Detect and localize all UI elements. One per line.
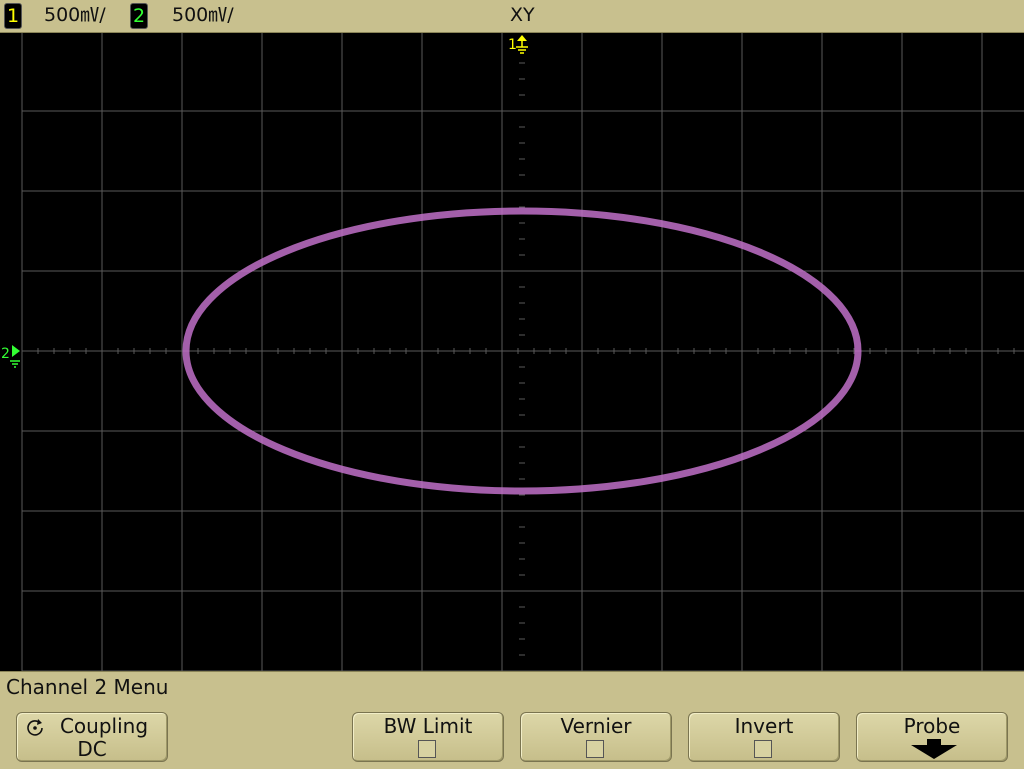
status-bar: 1 500㎷/ 2 500㎷/ XY (0, 0, 1024, 33)
coupling-value: DC (77, 737, 107, 761)
coupling-label: Coupling (59, 714, 149, 738)
probe-label: Probe (903, 714, 961, 738)
bw-limit-checkbox[interactable] (418, 740, 436, 758)
waveform-display: 1 2 (0, 30, 1024, 672)
invert-label: Invert (734, 714, 794, 738)
invert-checkbox[interactable] (754, 740, 772, 758)
svg-text:1: 1 (508, 37, 517, 53)
menu-title: Channel 2 Menu (6, 675, 169, 699)
bw-limit-softkey[interactable]: BW Limit (352, 712, 504, 762)
vernier-label: Vernier (560, 714, 632, 738)
probe-softkey[interactable]: Probe (856, 712, 1008, 762)
channel-2-scale: 500㎷/ (172, 4, 234, 26)
softkey-menu: Channel 2 Menu Coupling DC BW Limit Vern… (0, 671, 1024, 769)
vernier-softkey[interactable]: Vernier (520, 712, 672, 762)
graticule: 1 2 (0, 30, 1024, 672)
display-mode-label: XY (510, 4, 535, 26)
svg-text:2: 2 (1, 346, 10, 362)
coupling-softkey[interactable]: Coupling DC (16, 712, 168, 762)
channel-1-badge[interactable]: 1 (4, 3, 22, 29)
channel-1-scale: 500㎷/ (44, 4, 106, 26)
bw-limit-label: BW Limit (383, 714, 473, 738)
channel-2-badge[interactable]: 2 (130, 3, 148, 29)
invert-softkey[interactable]: Invert (688, 712, 840, 762)
vernier-checkbox[interactable] (586, 740, 604, 758)
arrow-down-icon (911, 739, 957, 759)
